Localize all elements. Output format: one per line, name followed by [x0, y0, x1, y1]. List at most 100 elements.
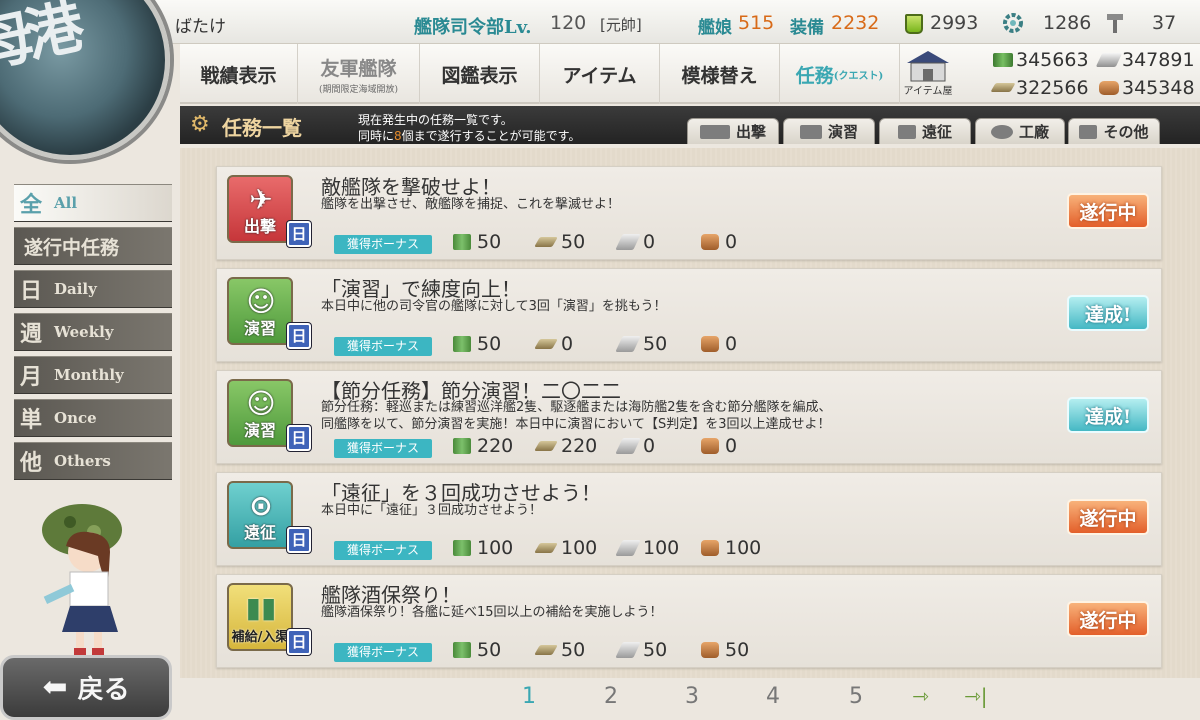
bauxite-icon: [701, 540, 719, 556]
menu-record-button[interactable]: 戦績表示: [180, 44, 298, 104]
cog-icon: [990, 124, 1013, 139]
quest-status-in-progress[interactable]: 遂行中: [1067, 601, 1149, 637]
fuel-icon: [453, 438, 471, 454]
ammo-icon: [534, 645, 558, 655]
filter-daily-label: Daily: [54, 280, 97, 298]
menu-furniture-button[interactable]: 模様替え: [660, 44, 780, 104]
fuel-icon: [453, 642, 471, 658]
repair-bucket-count: 2993: [930, 12, 979, 34]
filter-weekly-kanji: 週: [19, 321, 42, 347]
daily-quest-mark: 日: [287, 425, 311, 451]
filter-once[interactable]: 単 Once: [14, 399, 172, 437]
filter-others-label: Others: [54, 452, 111, 470]
ammo-icon: [534, 543, 558, 553]
quest-description: 節分任務：軽巡または練習巡洋艦2隻、駆逐艦または海防艦2隻を含む節分艦隊を編成、…: [321, 399, 832, 433]
tab-others[interactable]: その他: [1068, 118, 1160, 144]
back-button[interactable]: ⬅ 戻る: [0, 655, 172, 720]
quest-category-badge: ✈ 出撃: [227, 175, 293, 243]
tab-sortie[interactable]: 出撃: [687, 118, 779, 144]
steel-icon: [615, 336, 641, 352]
quest-status-in-progress[interactable]: 遂行中: [1067, 193, 1149, 229]
development-material-count: 1286: [1043, 12, 1092, 34]
ammo-icon: [534, 339, 558, 349]
menu-quest-button[interactable]: 任務 (クエスト): [780, 44, 900, 104]
page-5-button[interactable]: 5: [849, 684, 863, 709]
next-page-arrow-icon[interactable]: ⇾: [912, 684, 929, 708]
quest-category-label: 出撃: [243, 217, 276, 236]
menu-friend-fleet-button[interactable]: 友軍艦隊 (期間限定海域開放): [298, 44, 420, 104]
tab-practice[interactable]: 演習: [783, 118, 875, 144]
supply-cans-icon: ▮▮: [245, 591, 277, 624]
back-arrow-icon: ⬅: [42, 670, 68, 705]
equip-count-label: 装備: [790, 18, 824, 38]
quest-category-label: 補給/入渠: [231, 630, 289, 645]
quest-row[interactable]: ⊙ 遠征 日 「遠征」を３回成功させよう！ 本日中に「遠征」３回成功させよう！ …: [216, 472, 1162, 566]
improvement-screw-count: 37: [1152, 12, 1177, 34]
quest-category-badge: ☺ 演習: [227, 277, 293, 345]
page-2-button[interactable]: 2: [604, 684, 618, 709]
quest-row[interactable]: ☺ 演習 日 「演習」で練度向上！ 本日中に他の司令官の艦隊に対して3回「演習」…: [216, 268, 1162, 362]
fuel-amount: 345663: [1016, 49, 1089, 71]
menu-friend-fleet-sublabel: (期間限定海域開放): [318, 84, 399, 95]
menu-items-button[interactable]: アイテム: [540, 44, 660, 104]
filter-daily[interactable]: 日 Daily: [14, 270, 172, 308]
filter-others[interactable]: 他 Others: [14, 442, 172, 480]
reward-ammo: 50: [534, 639, 586, 661]
menu-furniture-label: 模様替え: [681, 64, 758, 87]
bauxite-icon: [701, 234, 719, 250]
quest-description: 艦隊酒保祭り！各艦に延べ15回以上の補給を実施しよう！: [321, 605, 663, 620]
quest-description-line: 同艦隊を以て、節分演習を実施！本日中に演習において【S判定】を3回以上達成せよ！: [321, 417, 831, 432]
page-1-button[interactable]: 1: [522, 684, 536, 709]
reward-bauxite-value: 100: [725, 537, 762, 559]
tab-practice-label: 演習: [827, 123, 858, 141]
quest-status-complete[interactable]: 達成!: [1067, 295, 1149, 331]
quest-description-line: 節分任務：軽巡または練習巡洋艦2隻、駆逐艦または海防艦2隻を含む節分艦隊を編成、: [321, 400, 832, 415]
tab-arsenal[interactable]: 工廠: [975, 118, 1065, 144]
reward-steel-value: 50: [643, 639, 668, 661]
filter-all[interactable]: 全 All: [14, 184, 172, 222]
quest-description: 艦隊を出撃させ、敵艦隊を捕捉、これを撃滅せよ！: [321, 197, 621, 212]
ammo-amount: 322566: [1016, 77, 1089, 99]
quest-status-complete[interactable]: 達成!: [1067, 397, 1149, 433]
reward-fuel-value: 220: [477, 435, 514, 457]
filter-monthly[interactable]: 月 Monthly: [14, 356, 172, 394]
reward-steel-value: 0: [643, 231, 656, 253]
filter-once-label: Once: [54, 409, 97, 427]
menu-library-button[interactable]: 図鑑表示: [420, 44, 540, 104]
quest-status-in-progress[interactable]: 遂行中: [1067, 499, 1149, 535]
reward-bauxite: 50: [701, 639, 749, 661]
fuel-icon: [993, 53, 1013, 67]
reward-bauxite-value: 0: [725, 231, 738, 253]
airplane-icon: ✈: [249, 183, 273, 216]
gear-icon: ⚙: [190, 112, 210, 137]
reward-ammo-value: 50: [561, 639, 586, 661]
reward-bauxite: 0: [701, 333, 737, 355]
page-3-button[interactable]: 3: [685, 684, 699, 709]
quest-row[interactable]: ▮▮ 補給/入渠 日 艦隊酒保祭り！ 艦隊酒保祭り！各艦に延べ15回以上の補給を…: [216, 574, 1162, 668]
reward-ammo-value: 100: [561, 537, 598, 559]
bonus-tag: 獲得ボーナス: [334, 643, 432, 662]
tab-expedition[interactable]: 遠征: [879, 118, 971, 144]
quest-row[interactable]: ✈ 出撃 日 敵艦隊を撃破せよ！ 艦隊を出撃させ、敵艦隊を捕捉、これを撃滅せよ！…: [216, 166, 1162, 260]
back-button-label: 戻る: [77, 675, 130, 705]
page-4-button[interactable]: 4: [766, 684, 780, 709]
development-material-icon: [1003, 13, 1023, 33]
bauxite-icon: [1099, 81, 1119, 95]
reward-steel-value: 100: [643, 537, 680, 559]
filter-monthly-kanji: 月: [19, 364, 42, 390]
fuel-icon: [453, 540, 471, 556]
tab-sortie-label: 出撃: [735, 123, 766, 141]
filter-weekly[interactable]: 週 Weekly: [14, 313, 172, 351]
tab-arsenal-label: 工廠: [1018, 123, 1049, 141]
reward-steel: 100: [615, 537, 680, 559]
quest-limit-suffix: 個まで遂行することが可能です。: [401, 129, 581, 143]
quest-row[interactable]: ☺ 演習 日 【節分任務】節分演習！二〇二二 節分任務：軽巡または練習巡洋艦2隻…: [216, 370, 1162, 464]
last-page-arrow-icon[interactable]: ⇾|: [964, 684, 988, 708]
port-emblem-button[interactable]: 母港: [0, 0, 170, 160]
bonus-tag: 獲得ボーナス: [334, 337, 432, 356]
daily-quest-mark: 日: [287, 629, 311, 655]
filter-in-progress[interactable]: 遂行中任務: [14, 227, 172, 265]
bonus-tag: 獲得ボーナス: [334, 235, 432, 254]
reward-ammo: 50: [534, 231, 585, 253]
menu-friend-fleet-label: 友軍艦隊: [320, 57, 397, 80]
